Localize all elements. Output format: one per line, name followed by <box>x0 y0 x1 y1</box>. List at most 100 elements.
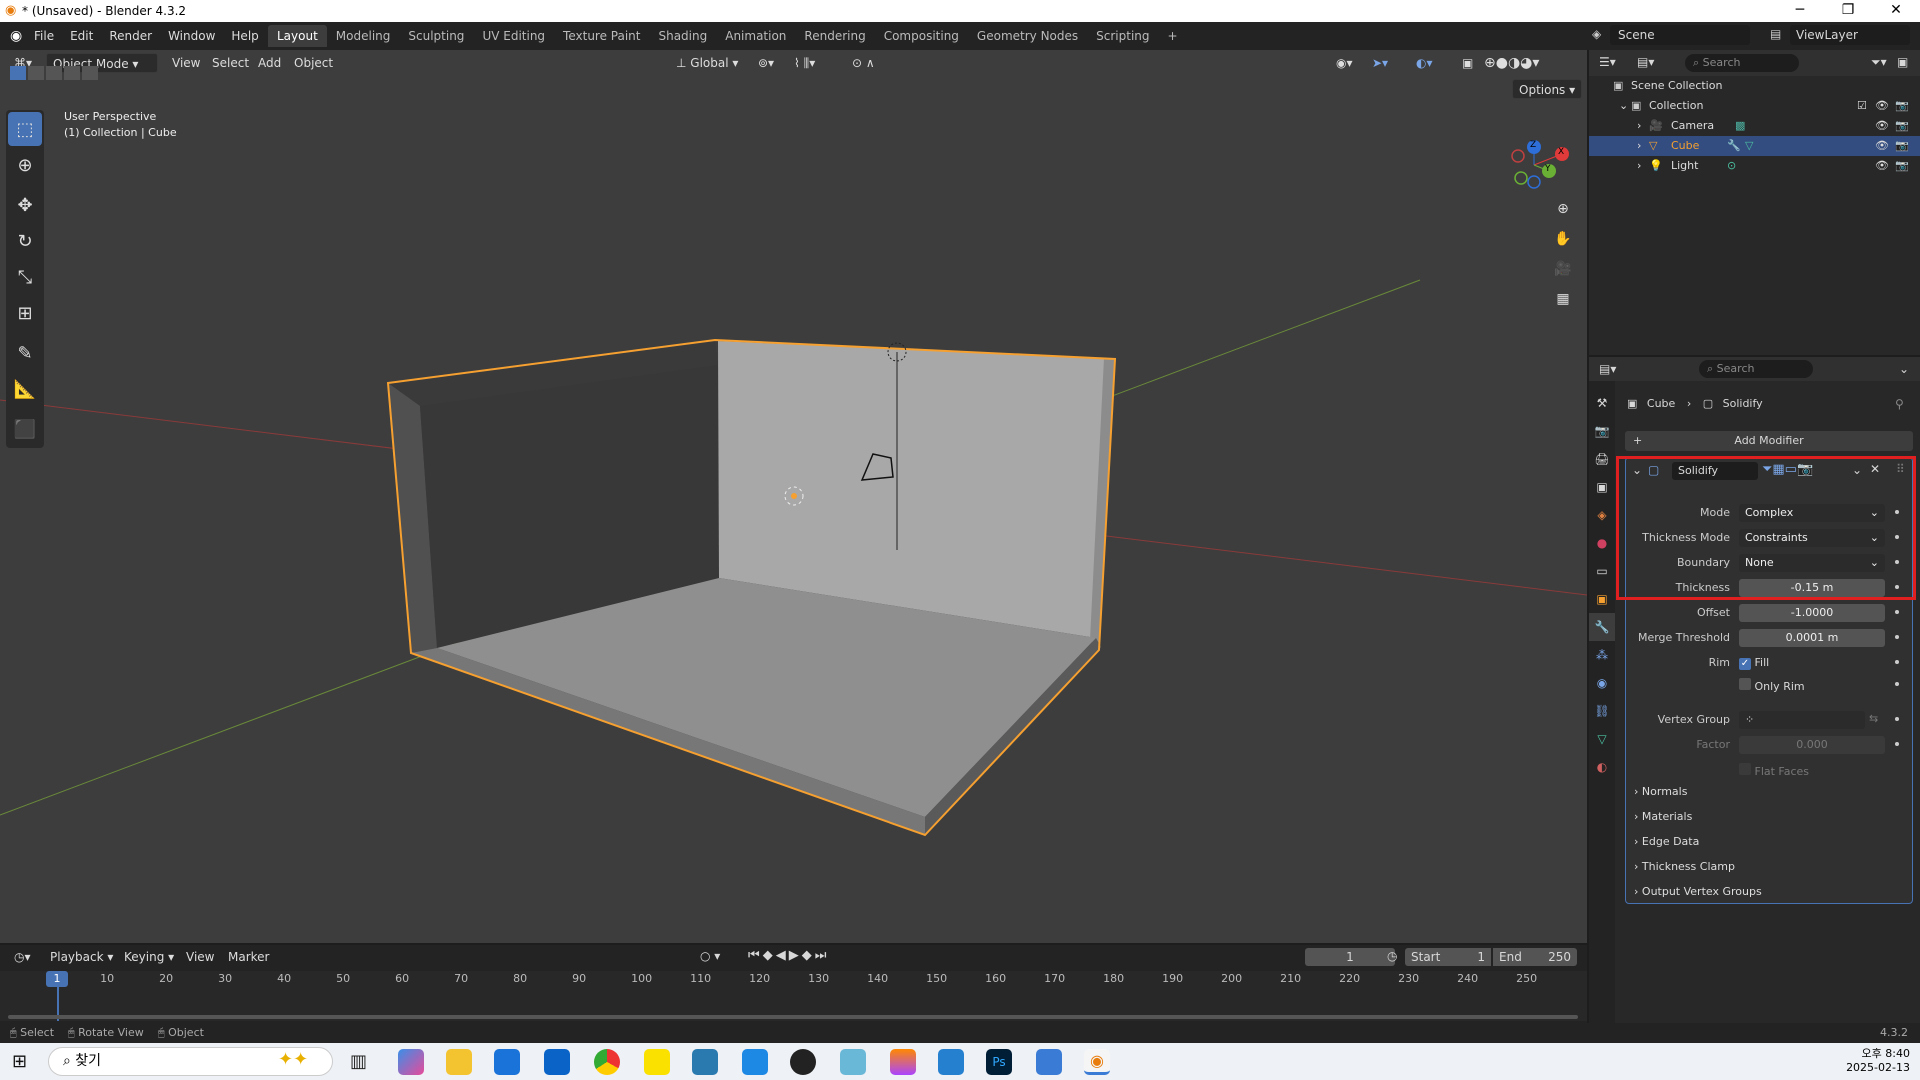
tab-layout[interactable]: Layout <box>268 25 327 47</box>
subpanel-materials[interactable]: › Materials <box>1634 807 1692 827</box>
record-icon[interactable] <box>790 1049 816 1075</box>
subpanel-output-vertex-groups[interactable]: › Output Vertex Groups <box>1634 882 1762 902</box>
timeline-track[interactable]: 1 10 20 30 40 50 60 70 80 90 100 110 120 130 140 150 16… <box>0 971 1587 1021</box>
tab-scripting[interactable]: Scripting <box>1087 25 1158 47</box>
scene-selector[interactable]: Scene <box>1610 25 1750 45</box>
filter-icon[interactable]: ⏷▾ <box>1871 55 1887 70</box>
visibility-eye-icon[interactable]: 👁 <box>1875 116 1889 136</box>
include-checkbox[interactable]: ☑ <box>1857 96 1867 116</box>
expand-icon[interactable]: › <box>1637 116 1641 136</box>
outliner-row-camera[interactable]: › 🎥 Camera ▩ 👁 📷 <box>1589 116 1920 136</box>
collapse-icon[interactable]: ⌄ <box>1619 96 1628 116</box>
store-icon[interactable] <box>494 1049 520 1075</box>
outliner-row-scene-collection[interactable]: ▣ Scene Collection <box>1589 76 1920 96</box>
only-rim-checkbox[interactable]: Only Rim <box>1739 678 1805 693</box>
3d-viewport[interactable]: ⌘▾ Object Mode ▾ View Select Add Object … <box>0 50 1587 943</box>
cursor-tool-icon[interactable]: ⊕ <box>8 148 42 182</box>
view-layer-tab-icon[interactable]: ▣ <box>1589 473 1615 501</box>
kakaotalk-icon[interactable] <box>644 1049 670 1075</box>
app3-icon[interactable] <box>1036 1049 1062 1075</box>
expand-icon[interactable]: › <box>1637 136 1641 156</box>
task-view-icon[interactable]: ▥ <box>350 1051 367 1072</box>
tab-modeling[interactable]: Modeling <box>327 25 400 47</box>
display-mode-icon[interactable]: ▤▾ <box>1637 55 1654 69</box>
visibility-eye-icon[interactable]: 👁 <box>1875 96 1889 116</box>
render-tab-icon[interactable]: 📷 <box>1589 417 1615 445</box>
blender-taskbar-icon[interactable]: ◉ <box>1084 1049 1110 1075</box>
offset-field[interactable]: -1.0000 <box>1739 604 1885 622</box>
subpanel-edge-data[interactable]: › Edge Data <box>1634 832 1699 852</box>
render-camera-icon[interactable]: 📷 <box>1895 116 1909 136</box>
app2-icon[interactable] <box>938 1049 964 1075</box>
gizmo-x-label[interactable]: X <box>1558 147 1564 157</box>
view-layer-selector[interactable]: ViewLayer <box>1790 25 1910 45</box>
vscode-icon[interactable] <box>742 1049 768 1075</box>
minimize-icon[interactable]: ─ <box>1780 2 1820 18</box>
pan-hand-icon[interactable]: ✋ <box>1550 226 1576 252</box>
subpanel-thickness-clamp[interactable]: › Thickness Clamp <box>1634 857 1735 877</box>
calculator-icon[interactable] <box>692 1049 718 1075</box>
select-box-icon[interactable]: ⬚ <box>8 112 42 146</box>
keyframe-dot[interactable] <box>1895 660 1899 664</box>
photoshop-icon[interactable]: Ps <box>986 1049 1012 1075</box>
gizmo-z-label[interactable]: Z <box>1530 140 1536 150</box>
vertex-group-field[interactable]: ⁘ <box>1739 711 1865 729</box>
properties-search-input[interactable]: ⌕ Search <box>1699 360 1813 378</box>
current-frame-field[interactable]: 1 <box>1305 948 1395 966</box>
restore-icon[interactable]: ❐ <box>1828 2 1868 18</box>
firefox-icon[interactable] <box>890 1049 916 1075</box>
light-data-icon[interactable]: ⊙ <box>1727 156 1736 176</box>
outliner-search-input[interactable]: ⌕ Search <box>1685 54 1799 72</box>
output-tab-icon[interactable]: 🖨 <box>1589 445 1615 473</box>
tab-compositing[interactable]: Compositing <box>875 25 968 47</box>
tab-uv-editing[interactable]: UV Editing <box>473 25 554 47</box>
camera-data-icon[interactable]: ▩ <box>1735 116 1745 136</box>
expand-icon[interactable]: › <box>1637 156 1641 176</box>
copilot-app-icon[interactable] <box>398 1049 424 1075</box>
render-camera-icon[interactable]: 📷 <box>1895 136 1909 156</box>
fill-checkbox[interactable]: ✓ Fill <box>1739 656 1769 670</box>
outliner-row-light[interactable]: › 💡 Light ⊙ 👁 📷 <box>1589 156 1920 176</box>
keyframe-dot[interactable] <box>1895 635 1899 639</box>
render-camera-icon[interactable]: 📷 <box>1895 156 1909 176</box>
gizmo-y-label[interactable]: Y <box>1545 164 1551 174</box>
tool-tab-icon[interactable]: ⚒ <box>1589 389 1615 417</box>
windows-start-icon[interactable]: ⊞ <box>12 1051 27 1072</box>
playback-controls[interactable]: ⏮◆◀▶◆⏭ <box>748 948 829 963</box>
subpanel-normals[interactable]: › Normals <box>1634 782 1687 802</box>
scale-tool-icon[interactable]: ⤡ <box>8 260 42 294</box>
tab-texture-paint[interactable]: Texture Paint <box>554 25 649 47</box>
camera-view-icon[interactable]: 🎥 <box>1550 256 1576 282</box>
copilot-sparkle-icon[interactable]: ✦✦ <box>278 1049 308 1070</box>
menu-file[interactable]: File <box>26 22 62 50</box>
blender-menu-icon[interactable]: ◉ <box>10 28 22 44</box>
mesh-data-icon[interactable]: ▽ <box>1745 136 1753 156</box>
render-camera-icon[interactable]: 📷 <box>1895 96 1909 116</box>
tab-geometry-nodes[interactable]: Geometry Nodes <box>968 25 1087 47</box>
timeline-view-menu[interactable]: View <box>180 947 220 967</box>
pin-icon[interactable]: ⚲ <box>1895 397 1904 411</box>
chrome-icon[interactable] <box>594 1049 620 1075</box>
add-cube-tool-icon[interactable]: ⬛ <box>8 412 42 446</box>
keying-menu[interactable]: Keying ▾ <box>118 947 180 967</box>
close-icon[interactable]: ✕ <box>1876 2 1916 18</box>
start-frame-field[interactable]: Start 1 <box>1405 948 1491 966</box>
keyframe-dot[interactable] <box>1895 682 1899 686</box>
playhead[interactable]: 1 <box>46 971 68 987</box>
keyframe-dot[interactable] <box>1895 717 1899 721</box>
tab-rendering[interactable]: Rendering <box>795 25 874 47</box>
measure-tool-icon[interactable]: 📐 <box>8 372 42 406</box>
menu-render[interactable]: Render <box>101 22 160 50</box>
properties-options-icon[interactable]: ⌄ <box>1899 362 1909 376</box>
keyframe-dot[interactable] <box>1895 742 1899 746</box>
flat-faces-checkbox[interactable]: Flat Faces <box>1739 763 1809 778</box>
auto-keying-icon[interactable]: ○ ▾ <box>700 949 720 963</box>
timeline-editor-icon[interactable]: ◷▾ <box>8 947 37 967</box>
rotate-tool-icon[interactable]: ↻ <box>8 224 42 258</box>
tab-sculpting[interactable]: Sculpting <box>399 25 473 47</box>
outliner-editor-icon[interactable]: ☰▾ <box>1599 55 1616 69</box>
move-tool-icon[interactable]: ✥ <box>8 188 42 222</box>
ortho-grid-icon[interactable]: ▦ <box>1550 286 1576 312</box>
menu-edit[interactable]: Edit <box>62 22 101 50</box>
menu-help[interactable]: Help <box>223 22 266 50</box>
